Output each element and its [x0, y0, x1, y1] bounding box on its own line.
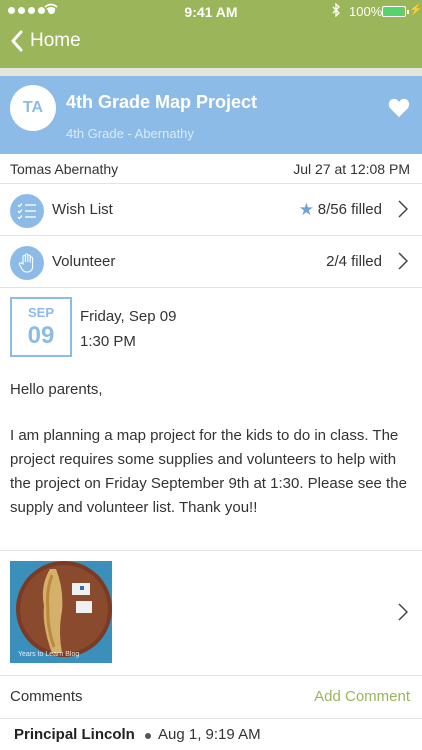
heart-icon[interactable] — [388, 98, 410, 118]
divider — [0, 550, 422, 551]
chevron-right-icon — [398, 252, 408, 270]
add-comment-button[interactable]: Add Comment — [314, 688, 410, 705]
chevron-left-icon — [11, 30, 23, 52]
status-bar: 9:41 AM 100% ⚡ — [0, 0, 422, 22]
charging-icon: ⚡ — [409, 4, 422, 16]
calendar-badge: SEP 09 — [10, 297, 72, 357]
event-month: SEP — [27, 305, 54, 320]
comment-time: Aug 1, 9:19 AM — [158, 726, 261, 743]
divider — [0, 675, 422, 676]
chevron-right-icon — [398, 200, 408, 218]
photo-watermark: Years to Learn Blog — [18, 651, 80, 658]
wish-list-count: 8/56 filled — [317, 201, 382, 218]
volunteer-count: 2/4 filled — [326, 253, 382, 270]
post-date: Jul 27 at 12:08 PM — [293, 161, 410, 177]
chevron-right-icon[interactable] — [398, 603, 408, 621]
battery-percent: 100% — [349, 4, 383, 19]
back-label: Home — [30, 30, 81, 51]
event-date: Friday, Sep 09 — [80, 308, 177, 325]
hand-icon — [10, 246, 44, 280]
checklist-icon — [10, 194, 44, 228]
message-body: I am planning a map project for the kids… — [10, 427, 407, 516]
volunteer-row[interactable]: Volunteer 2/4 filled — [0, 236, 422, 288]
wish-list-label: Wish List — [52, 201, 113, 218]
page-subtitle: 4th Grade - Abernathy — [66, 126, 194, 141]
message-greeting: Hello parents, — [10, 381, 103, 398]
comments-label: Comments — [10, 688, 83, 705]
wish-list-row[interactable]: Wish List ★ 8/56 filled — [0, 184, 422, 236]
author-row: Tomas Abernathy Jul 27 at 12:08 PM — [0, 154, 422, 184]
star-icon: ★ — [298, 200, 314, 219]
divider — [0, 718, 422, 719]
separator-dot — [145, 733, 151, 739]
back-button[interactable]: Home — [10, 30, 81, 52]
volunteer-label: Volunteer — [52, 253, 116, 270]
event-day: 09 — [27, 322, 55, 349]
event-time: 1:30 PM — [80, 333, 136, 350]
page-title: 4th Grade Map Project — [66, 92, 258, 112]
comment-author: Principal Lincoln — [14, 726, 135, 743]
post-header: TA 4th Grade Map Project 4th Grade - Abe… — [0, 76, 422, 154]
separator — [0, 68, 422, 76]
author-name: Tomas Abernathy — [10, 161, 119, 177]
nav-bar: 9:41 AM 100% ⚡ Home — [0, 0, 422, 68]
project-photo[interactable]: Years to Learn Blog — [10, 561, 112, 663]
avatar: TA — [10, 85, 56, 131]
bluetooth-icon — [332, 2, 341, 20]
battery-icon — [382, 6, 409, 17]
